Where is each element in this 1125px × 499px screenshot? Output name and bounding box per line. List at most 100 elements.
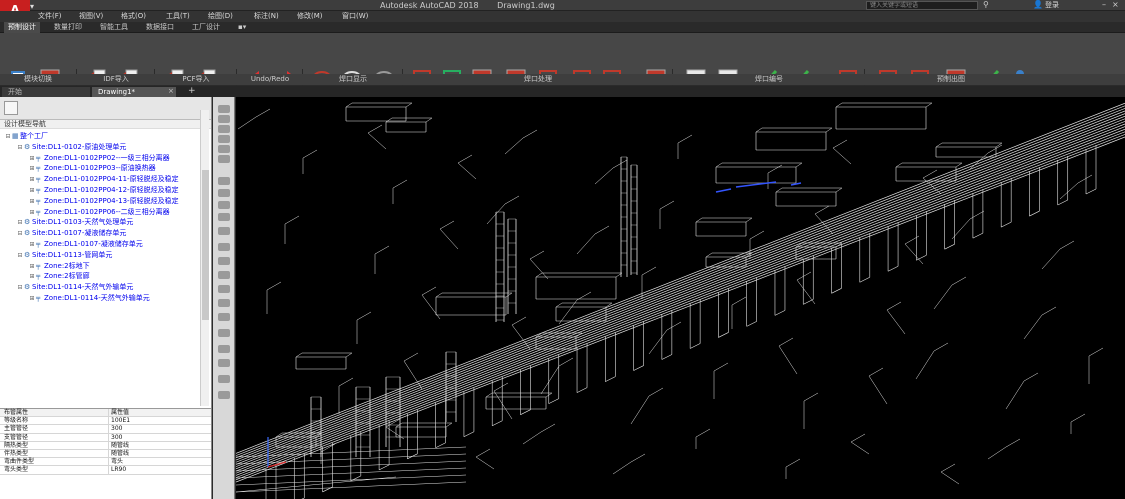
expand-icon[interactable]: ⊞ <box>28 209 36 216</box>
piping-model-3d[interactable] <box>236 97 1125 499</box>
panel-toggle-button[interactable] <box>4 101 18 115</box>
tool-button-20[interactable] <box>218 375 230 383</box>
expand-icon[interactable]: ⊞ <box>28 198 36 205</box>
property-row[interactable]: 主管管径 300 <box>0 425 211 434</box>
tab-smart-tools[interactable]: 智能工具 <box>96 22 132 33</box>
tree-node-zone[interactable]: ⊞╤ Zone:DL1-0102PP04-12-原轻脱烃及稳定 <box>0 185 211 196</box>
expand-icon[interactable]: ⊞ <box>28 241 36 248</box>
tree-node-zone[interactable]: ⊞╤ Zone:DL1-0102PP04-11-原轻脱烃及稳定 <box>0 174 211 185</box>
menu-draw[interactable]: 绘图(D) <box>208 11 233 22</box>
expand-icon[interactable]: ⊞ <box>28 155 36 162</box>
tree-node-zone[interactable]: ⊞╤ Zone:2标地下 <box>0 261 211 272</box>
tab-plant-design[interactable]: 工厂设计 <box>188 22 224 33</box>
property-value[interactable]: LR90 <box>108 466 208 475</box>
tool-button-11[interactable] <box>218 243 230 251</box>
menu-window[interactable]: 窗口(W) <box>342 11 368 22</box>
search-icon[interactable]: ⚲ <box>983 0 989 9</box>
menu-dimension[interactable]: 标注(N) <box>254 11 279 22</box>
tree-scrollbar[interactable] <box>200 110 209 406</box>
property-value[interactable]: 弯头 <box>108 458 208 467</box>
ribbon-group-labels: 模块切换 IDF导入 PCF导入 Undo/Redo 焊口显示 焊口处理 焊口编… <box>0 74 1125 85</box>
collapse-icon[interactable]: ⊟ <box>16 219 24 226</box>
property-value[interactable]: 300 <box>108 425 208 434</box>
menu-view[interactable]: 视图(V) <box>79 11 103 22</box>
expand-icon[interactable]: ⊞ <box>28 273 36 280</box>
tool-button-21[interactable] <box>218 391 230 399</box>
collapse-icon[interactable]: ⊟ <box>16 144 24 151</box>
property-row[interactable]: 弯曲件类型 弯头 <box>0 458 211 467</box>
collapse-icon[interactable]: ⊟ <box>16 252 24 259</box>
tool-button-16[interactable] <box>218 313 230 321</box>
menu-format[interactable]: 格式(O) <box>121 11 146 22</box>
collapse-icon[interactable]: ⊟ <box>16 284 24 291</box>
tree-node-site[interactable]: ⊟⚙ Site:DL1-0107-凝液储存单元 <box>0 228 211 239</box>
property-value[interactable]: 随管线 <box>108 449 208 459</box>
scrollbar-thumb[interactable] <box>202 170 209 320</box>
drawing-viewport[interactable] <box>236 97 1125 499</box>
tool-button-1[interactable] <box>218 115 230 123</box>
tree-node-label: Site:DL1-0113-管网单元 <box>32 250 113 259</box>
tree-node-root[interactable]: ⊟▦整个工厂 <box>0 131 211 142</box>
tool-button-17[interactable] <box>218 329 230 337</box>
property-row[interactable]: 隔热类型 随管线 <box>0 441 211 450</box>
tree-node-zone[interactable]: ⊞╤ Zone:DL1-0102PP06--二级三相分离器 <box>0 207 211 218</box>
close-icon[interactable]: × <box>1112 0 1119 9</box>
expand-icon[interactable]: ⊞ <box>28 295 36 302</box>
tool-button-9[interactable] <box>218 213 230 221</box>
tree-node-site[interactable]: ⊟⚙ Site:DL1-0102-原油处理单元 <box>0 142 211 153</box>
tree-node-zone[interactable]: ⊞╤ Zone:2标管廊 <box>0 271 211 282</box>
tab-start[interactable]: 开始 <box>2 87 90 97</box>
tool-button-18[interactable] <box>218 345 230 353</box>
menu-file[interactable]: 文件(F) <box>38 11 62 22</box>
property-row[interactable]: 伴热类型 随管线 <box>0 449 211 459</box>
tool-button-0[interactable] <box>218 105 230 113</box>
expand-icon[interactable]: ⊞ <box>28 165 36 172</box>
tab-quantity-print[interactable]: 数量打印 <box>50 22 86 33</box>
tree-node-site[interactable]: ⊟⚙ Site:DL1-0103-天然气处理单元 <box>0 217 211 228</box>
menu-tools[interactable]: 工具(T) <box>166 11 190 22</box>
tool-button-12[interactable] <box>218 257 230 265</box>
tool-button-8[interactable] <box>218 201 230 209</box>
close-tab-icon[interactable]: × <box>168 87 174 95</box>
property-row[interactable]: 弯头类型 LR90 <box>0 466 211 475</box>
tool-button-13[interactable] <box>218 271 230 279</box>
property-row[interactable]: 等级名称 100E1 <box>0 417 211 426</box>
tool-button-5[interactable] <box>218 155 230 163</box>
property-row[interactable]: 支管管径 300 <box>0 433 211 442</box>
tool-button-6[interactable] <box>218 177 230 185</box>
tab-data-interface[interactable]: 数据接口 <box>142 22 178 33</box>
property-value[interactable]: 100E1 <box>108 417 208 426</box>
tool-button-2[interactable] <box>218 125 230 133</box>
tree-node-site[interactable]: ⊟⚙ Site:DL1-0114-天然气外输单元 <box>0 282 211 293</box>
expand-icon[interactable]: ⊞ <box>28 187 36 194</box>
minimize-icon[interactable]: – <box>1102 0 1106 9</box>
tool-button-14[interactable] <box>218 285 230 293</box>
tree-node-label: Site:DL1-0102-原油处理单元 <box>32 142 127 151</box>
tree-node-zone[interactable]: ⊞╤ Zone:DL1-0102PP04-13-原轻脱烃及稳定 <box>0 196 211 207</box>
expand-icon[interactable]: ⊞ <box>28 176 36 183</box>
tab-drawing1[interactable]: Drawing1* <box>92 87 176 97</box>
new-tab-icon[interactable]: + <box>188 86 196 96</box>
tree-node-site[interactable]: ⊟⚙ Site:DL1-0113-管网单元 <box>0 250 211 261</box>
expand-icon[interactable]: ⊞ <box>28 263 36 270</box>
tab-prefab-design[interactable]: 预制设计 <box>4 22 40 33</box>
login-link[interactable]: 登录 <box>1045 0 1059 11</box>
tool-button-3[interactable] <box>218 135 230 143</box>
tool-button-7[interactable] <box>218 189 230 197</box>
menu-modify[interactable]: 修改(M) <box>297 11 323 22</box>
user-icon[interactable]: 👤 <box>1033 0 1043 9</box>
tree-node-zone[interactable]: ⊞╤ Zone:DL1-0102PP02--一级三相分离器 <box>0 153 211 164</box>
collapse-icon[interactable]: ⊟ <box>4 133 12 140</box>
ribbon-options-icon[interactable]: ▪▾ <box>234 22 250 33</box>
tree-node-zone[interactable]: ⊞╤ Zone:DL1-0102PP03--原油换热器 <box>0 163 211 174</box>
tree-node-zone[interactable]: ⊞╤ Zone:DL1-0114-天然气外输单元 <box>0 293 211 304</box>
search-input[interactable]: 键入关键字或短语 <box>866 1 978 10</box>
tree-node-zone[interactable]: ⊞╤ Zone:DL1-0107-凝液储存单元 <box>0 239 211 250</box>
property-value[interactable]: 300 <box>108 433 208 442</box>
tool-button-10[interactable] <box>218 227 230 235</box>
tool-button-4[interactable] <box>218 145 230 153</box>
collapse-icon[interactable]: ⊟ <box>16 230 24 237</box>
property-value[interactable]: 随管线 <box>108 441 208 450</box>
tool-button-19[interactable] <box>218 359 230 367</box>
tool-button-15[interactable] <box>218 299 230 307</box>
